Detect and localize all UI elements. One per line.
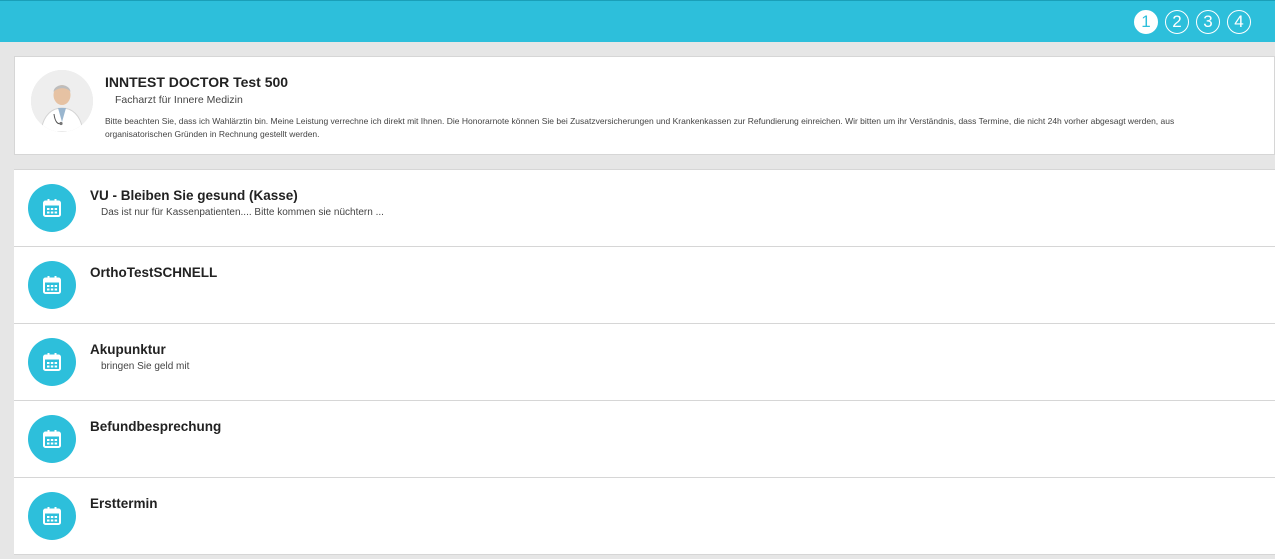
doctor-name: INNTEST DOCTOR Test 500 xyxy=(105,74,289,90)
service-title: Ersttermin xyxy=(90,496,158,511)
step-4[interactable]: 4 xyxy=(1227,10,1251,34)
service-list: VU - Bleiben Sie gesund (Kasse) Das ist … xyxy=(14,169,1275,555)
calendar-icon xyxy=(28,415,76,463)
doctor-card: INNTEST DOCTOR Test 500 Facharzt für Inn… xyxy=(14,56,1275,155)
doctor-specialty: Facharzt für Innere Medizin xyxy=(115,94,243,106)
service-item-orthotest[interactable]: OrthoTestSCHNELL xyxy=(14,247,1275,324)
service-description: bringen Sie geld mit xyxy=(101,361,190,372)
doctor-note: Bitte beachten Sie, dass ich Wahlärztin … xyxy=(105,116,1175,139)
service-item-ersttermin[interactable]: Ersttermin xyxy=(14,478,1275,555)
step-1[interactable]: 1 xyxy=(1134,10,1158,34)
service-title: Befundbesprechung xyxy=(90,419,222,434)
service-item-vu[interactable]: VU - Bleiben Sie gesund (Kasse) Das ist … xyxy=(14,170,1275,247)
calendar-icon xyxy=(28,338,76,386)
service-item-akupunktur[interactable]: Akupunktur bringen Sie geld mit xyxy=(14,324,1275,401)
service-description: Das ist nur für Kassenpatienten.... Bitt… xyxy=(101,207,384,218)
service-title: Akupunktur xyxy=(90,342,166,357)
top-bar: 1 2 3 4 xyxy=(0,0,1275,42)
service-item-befundbesprechung[interactable]: Befundbesprechung xyxy=(14,401,1275,478)
calendar-icon xyxy=(28,261,76,309)
service-title: OrthoTestSCHNELL xyxy=(90,265,218,280)
step-2[interactable]: 2 xyxy=(1165,10,1189,34)
calendar-icon xyxy=(28,184,76,232)
right-edge xyxy=(1275,0,1280,559)
step-indicator: 1 2 3 4 xyxy=(1134,10,1251,34)
doctor-avatar xyxy=(31,70,93,132)
doctor-photo-icon xyxy=(31,70,93,132)
step-3[interactable]: 3 xyxy=(1196,10,1220,34)
calendar-icon xyxy=(28,492,76,540)
service-title: VU - Bleiben Sie gesund (Kasse) xyxy=(90,188,298,203)
